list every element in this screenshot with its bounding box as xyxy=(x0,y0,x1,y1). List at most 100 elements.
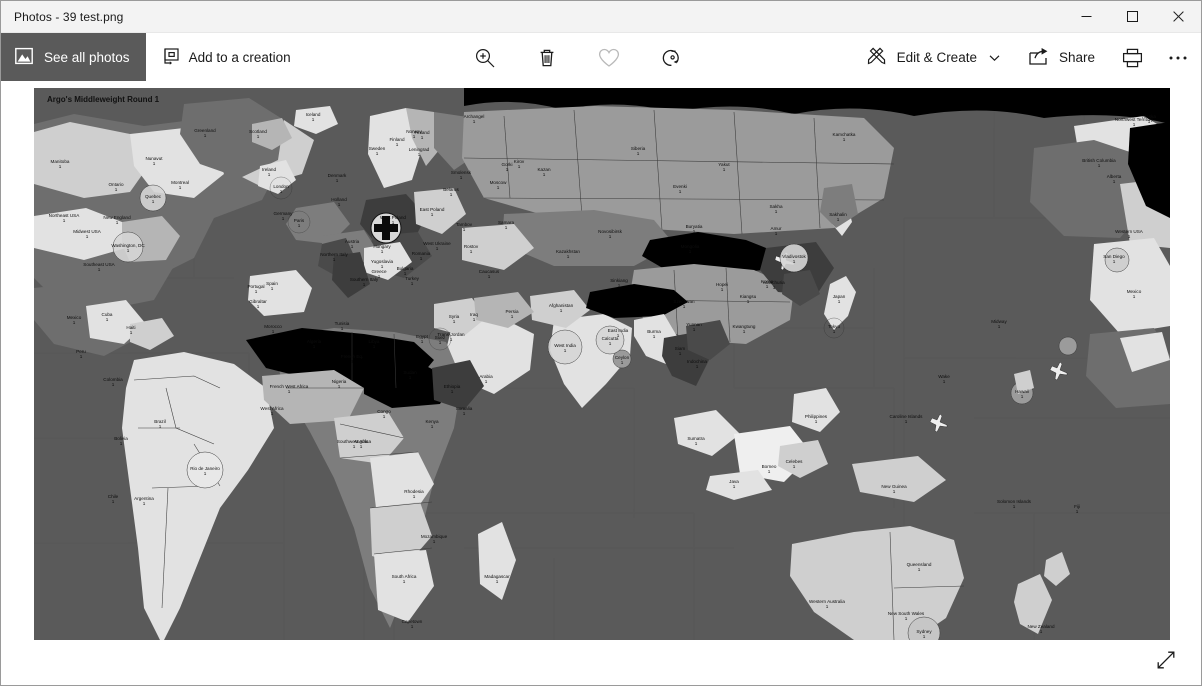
map-label-count: 1 xyxy=(351,359,354,364)
rotate-button[interactable] xyxy=(648,33,694,82)
map-label-count: 1 xyxy=(338,202,341,207)
map-label-count: 1 xyxy=(439,340,442,345)
maximize-icon xyxy=(1126,11,1138,22)
map-label-count: 1 xyxy=(282,216,285,221)
map-label-count: 1 xyxy=(775,209,778,214)
map-label-count: 1 xyxy=(271,411,274,416)
map-label-count: 1 xyxy=(485,379,488,384)
displayed-image[interactable]: .c-dk { fill:#000000; } .c-d1 { fill:#3d… xyxy=(34,88,1170,640)
map-label-count: 1 xyxy=(837,217,840,222)
share-label: Share xyxy=(1058,50,1095,65)
map-label-count: 1 xyxy=(1128,234,1131,239)
edit-create-button[interactable]: Edit & Create xyxy=(852,33,1014,82)
minimize-button[interactable] xyxy=(1063,1,1109,33)
map-label-count: 1 xyxy=(80,354,83,359)
command-bar-right: Edit & Create Share xyxy=(852,33,1201,82)
map-label-count: 1 xyxy=(450,192,453,197)
map-label-count: 1 xyxy=(436,246,439,251)
map-label-count: 1 xyxy=(403,579,406,584)
map-label-count: 1 xyxy=(112,499,115,504)
map-label-count: 1 xyxy=(460,175,463,180)
map-label-count: 1 xyxy=(257,134,260,139)
map-label-count: 1 xyxy=(621,360,624,365)
delete-button[interactable] xyxy=(524,33,570,82)
map-label-count: 1 xyxy=(120,441,123,446)
close-icon xyxy=(1172,11,1184,22)
map-label-count: 1 xyxy=(843,137,846,142)
map-label-count: 1 xyxy=(1098,163,1101,168)
map-label-count: 1 xyxy=(918,567,921,572)
close-button[interactable] xyxy=(1155,1,1201,33)
map-label-count: 1 xyxy=(695,441,698,446)
print-button[interactable] xyxy=(1109,33,1155,82)
map-label-count: 1 xyxy=(488,274,491,279)
toolbar-spacer-3 xyxy=(632,33,648,82)
zoom-in-icon xyxy=(476,48,495,67)
map-label-count: 1 xyxy=(204,471,207,476)
map-label-count: 1 xyxy=(179,185,182,190)
fullscreen-button[interactable] xyxy=(1153,647,1179,673)
map-label-count: 1 xyxy=(396,142,399,147)
add-to-creation-label: Add to a creation xyxy=(188,50,291,65)
map-label-count: 1 xyxy=(453,319,456,324)
map-label-count: 1 xyxy=(268,172,271,177)
map-label-count: 1 xyxy=(1013,504,1016,509)
window-title: Photos - 39 test.png xyxy=(14,9,124,24)
map-label-count: 1 xyxy=(420,256,423,261)
map-label-count: 1 xyxy=(793,464,796,469)
map-label-count: 1 xyxy=(560,308,563,313)
map-label-count: 1 xyxy=(341,326,344,331)
map-label-count: 1 xyxy=(59,164,62,169)
map-label-count: 1 xyxy=(496,579,499,584)
map-label-count: 1 xyxy=(696,364,699,369)
map-label-count: 1 xyxy=(431,424,434,429)
maximize-button[interactable] xyxy=(1109,1,1155,33)
map-label-count: 1 xyxy=(747,299,750,304)
map-label-count: 1 xyxy=(450,337,453,342)
map-label-count: 1 xyxy=(721,287,724,292)
map-label-count: 1 xyxy=(333,257,336,262)
window-controls xyxy=(1063,1,1201,33)
map-label-count: 1 xyxy=(693,327,696,332)
map-label-count: 1 xyxy=(653,334,656,339)
map-label-count: 1 xyxy=(463,411,466,416)
map-label-count: 1 xyxy=(773,285,776,290)
map-label-count: 1 xyxy=(288,389,291,394)
map-label-count: 1 xyxy=(351,244,354,249)
map-label-count: 1 xyxy=(63,218,66,223)
map-label-count: 1 xyxy=(130,330,133,335)
map-label-count: 1 xyxy=(793,259,796,264)
toolbar-spacer-2 xyxy=(570,33,586,82)
map-label-count: 1 xyxy=(679,351,682,356)
see-all-photos-button[interactable]: See all photos xyxy=(1,33,146,82)
command-bar-center xyxy=(305,33,852,82)
map-label-count: 1 xyxy=(381,264,384,269)
map-label-count: 1 xyxy=(433,539,436,544)
map-label-count: 1 xyxy=(543,172,546,177)
map-label-count: 1 xyxy=(127,248,130,253)
favorite-button[interactable] xyxy=(586,33,632,82)
map-label-count: 1 xyxy=(204,133,207,138)
map-label-count: 1 xyxy=(112,382,115,387)
map-label-count: 1 xyxy=(86,234,89,239)
map-label-count: 1 xyxy=(392,220,395,225)
map-label-count: 1 xyxy=(143,501,146,506)
map-label-count: 1 xyxy=(518,164,521,169)
map-label-count: 1 xyxy=(376,151,379,156)
map-label-count: 1 xyxy=(943,379,946,384)
map-label-count: 1 xyxy=(766,284,769,289)
map-label-count: 1 xyxy=(418,152,421,157)
map-label-count: 1 xyxy=(373,344,376,349)
zoom-button[interactable] xyxy=(462,33,508,82)
see-more-button[interactable] xyxy=(1155,33,1201,82)
map-label-count: 1 xyxy=(409,375,412,380)
share-button[interactable]: Share xyxy=(1014,33,1109,82)
photo-viewer: .c-dk { fill:#000000; } .c-d1 { fill:#3d… xyxy=(1,82,1201,685)
add-to-creation-button[interactable]: Add to a creation xyxy=(146,33,305,82)
photo-collection-icon xyxy=(15,47,33,68)
map-label-count: 1 xyxy=(693,229,696,234)
map-label-count: 1 xyxy=(153,161,156,166)
map-label-count: 1 xyxy=(567,254,570,259)
map-label-count: 1 xyxy=(313,344,316,349)
map-label-count: 1 xyxy=(255,289,258,294)
